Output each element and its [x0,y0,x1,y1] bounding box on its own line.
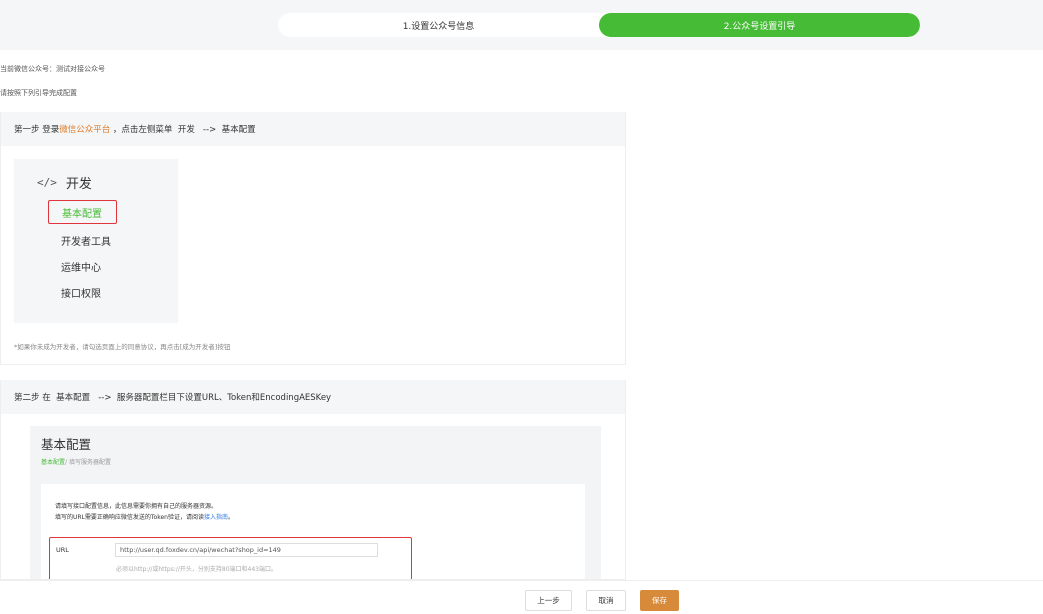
dev-menu-illustration: </> 开发 基本配置 开发者工具 运维中心 接口权限 [14,159,178,323]
access-guide-link[interactable]: 接入指南 [204,514,228,521]
step1-prefix: 第一步 登录 [14,125,60,135]
step2-heading: 第二步 在 基本配置 --> 服务器配置栏目下设置URL、Token和Encod… [1,380,625,414]
menu-item-api-permissions: 接口权限 [61,289,101,300]
menu-title: </> 开发 [37,173,92,192]
menu-item-basic-config: 基本配置 [48,200,117,224]
instruction-text: 请按照下列引导完成配置 [0,89,77,97]
step1-heading: 第一步 登录 微信公众平台 ，点击左侧菜单 开发 --> 基本配置 [1,112,625,146]
menu-title-label: 开发 [65,177,92,192]
cfg-desc-2-prefix: 填写的URL需要正确响应微信发送的Token验证，请阅读 [55,514,204,521]
step-1-tab[interactable]: 1.设置公众号信息 [278,13,599,37]
cfg-panel: 请填写接口配置信息，此信息需要你拥有自己的服务器资源。 填写的URL需要正确响应… [41,484,585,579]
top-bar: 1.设置公众号信息 2.公众号设置引导 [0,0,1043,50]
prev-step-button[interactable]: 上一步 [525,590,572,611]
basic-config-illustration: 基本配置 基本配置/ 填写服务器配置 请填写接口配置信息，此信息需要你拥有自己的… [30,426,601,579]
step-progress: 1.设置公众号信息 2.公众号设置引导 [278,13,920,37]
breadcrumb: 基本配置/ 填写服务器配置 [41,457,111,466]
breadcrumb-rest: / 填写服务器配置 [65,459,111,466]
footer-bar: 上一步 取消 保存 [0,580,1043,614]
current-account-text: 当前微信公众号：测试对接公众号 [0,65,105,73]
url-hint: 必须以http://或https://开头，分别支持80端口和443端口。 [116,566,277,573]
code-icon: </> [37,176,57,189]
step1-section: 第一步 登录 微信公众平台 ，点击左侧菜单 开发 --> 基本配置 </> 开发 … [0,112,626,365]
developer-note: *如果你未成为开发者，请勾选页面上的同意协议，再点击[成为开发者]按钮 [14,343,231,351]
url-field: http://user.qd.foxdev.cn/api/wechat?shop… [115,543,378,557]
cfg-title: 基本配置 [41,437,92,452]
url-label: URL [56,546,69,554]
cancel-button[interactable]: 取消 [586,590,626,611]
cfg-desc-1: 请填写接口配置信息，此信息需要你拥有自己的服务器资源。 [55,503,218,510]
wechat-platform-link[interactable]: 微信公众平台 [59,123,110,135]
step-2-tab[interactable]: 2.公众号设置引导 [599,13,920,37]
url-highlight-box: URL http://user.qd.foxdev.cn/api/wechat?… [49,537,412,579]
cfg-desc-2-suffix: 。 [228,514,235,521]
step1-suffix: ，点击左侧菜单 开发 --> 基本配置 [110,125,256,135]
step2-section: 第二步 在 基本配置 --> 服务器配置栏目下设置URL、Token和Encod… [0,380,626,580]
menu-item-ops-center: 运维中心 [61,263,101,274]
menu-item-dev-tools: 开发者工具 [61,237,111,248]
cfg-desc-2: 填写的URL需要正确响应微信发送的Token验证，请阅读接入指南。 [55,512,234,521]
save-button[interactable]: 保存 [640,590,679,611]
breadcrumb-active: 基本配置 [41,459,66,466]
